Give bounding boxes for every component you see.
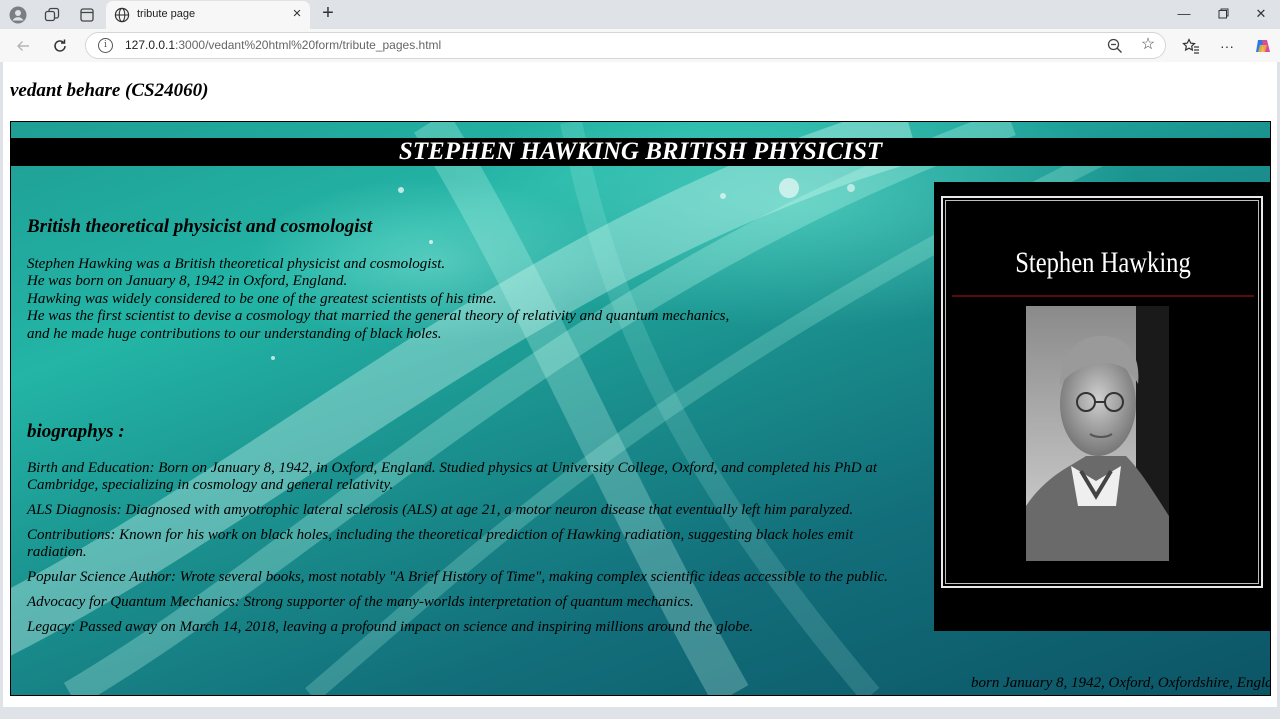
page-viewport: vedant behare (CS24060) STEPHEN HAWKING …: [3, 62, 1277, 707]
reload-icon[interactable]: [49, 35, 71, 57]
url-path: :3000/vedant%20html%20form/tribute_pages…: [175, 38, 442, 52]
minimize-icon[interactable]: —: [1166, 4, 1202, 24]
bio-item: Advocacy for Quantum Mechanics: Strong s…: [27, 594, 694, 610]
close-tab-icon[interactable]: ×: [290, 6, 304, 21]
intro-line: Stephen Hawking was a British theoretica…: [27, 256, 446, 272]
more-options-icon[interactable]: ···: [1216, 36, 1238, 56]
address-bar[interactable]: i 127.0.0.1:3000/vedant%20html%20form/tr…: [85, 32, 1166, 59]
tribute-section: STEPHEN HAWKING BRITISH PHYSICIST Britis…: [10, 121, 1271, 696]
tab-tribute-page[interactable]: tribute page ×: [106, 1, 310, 29]
biography-list: Birth and Education: Born on January 8, …: [27, 460, 907, 644]
bio-item: Contributions: Known for his work on bla…: [27, 527, 854, 560]
copilot-icon[interactable]: [1252, 36, 1274, 56]
portrait-caption: Stephen Hawking: [1015, 246, 1191, 279]
author-heading: vedant behare (CS24060): [10, 80, 209, 101]
favorites-icon[interactable]: [1180, 36, 1202, 56]
biography-heading: biographys :: [27, 421, 125, 442]
portrait-divider: [952, 295, 1254, 297]
page-banner: STEPHEN HAWKING BRITISH PHYSICIST: [11, 138, 1270, 166]
globe-icon: [114, 7, 130, 23]
tab-title: tribute page: [137, 8, 196, 20]
intro-line: He was born on January 8, 1942 in Oxford…: [27, 273, 348, 290]
url-host: 127.0.0.1: [125, 38, 176, 52]
favorite-star-icon[interactable]: ☆: [1139, 36, 1157, 54]
bio-item: Birth and Education: Born on January 8, …: [27, 460, 878, 493]
intro-line: and he made huge contributions to our un…: [27, 325, 442, 342]
window-bottom-edge: [0, 707, 1280, 719]
tab-actions-icon[interactable]: [76, 5, 98, 25]
new-tab-button[interactable]: +: [318, 3, 338, 24]
bio-item: Legacy: Passed away on March 14, 2018, l…: [27, 619, 754, 635]
subheading: British theoretical physicist and cosmol…: [27, 216, 373, 237]
close-window-icon[interactable]: ✕: [1243, 4, 1279, 24]
bio-item: ALS Diagnosis: Diagnosed with amyotrophi…: [27, 502, 854, 518]
bio-item: Popular Science Author: Wrote several bo…: [27, 569, 888, 585]
restore-icon[interactable]: [1205, 4, 1241, 24]
site-info-icon[interactable]: i: [98, 38, 113, 53]
intro-line: He was the first scientist to devise a c…: [27, 308, 730, 325]
url-text[interactable]: 127.0.0.1:3000/vedant%20html%20form/trib…: [125, 38, 441, 52]
intro-paragraph: Stephen Hawking was a British theoretica…: [27, 256, 729, 343]
profile-icon[interactable]: [7, 5, 29, 25]
browser-tab-bar: tribute page × + — ✕: [0, 0, 1280, 29]
back-icon[interactable]: [12, 35, 34, 57]
intro-line: Hawking was widely considered to be one …: [27, 290, 497, 307]
portrait-image: Stephen Hawking: [934, 182, 1270, 631]
workspaces-icon[interactable]: [41, 5, 63, 25]
portrait-photo: [1026, 306, 1169, 561]
browser-toolbar: i 127.0.0.1:3000/vedant%20html%20form/tr…: [0, 29, 1280, 62]
zoom-out-icon[interactable]: [1106, 37, 1124, 55]
scrolling-marquee: born January 8, 1942, Oxford, Oxfordshir…: [971, 675, 1271, 691]
